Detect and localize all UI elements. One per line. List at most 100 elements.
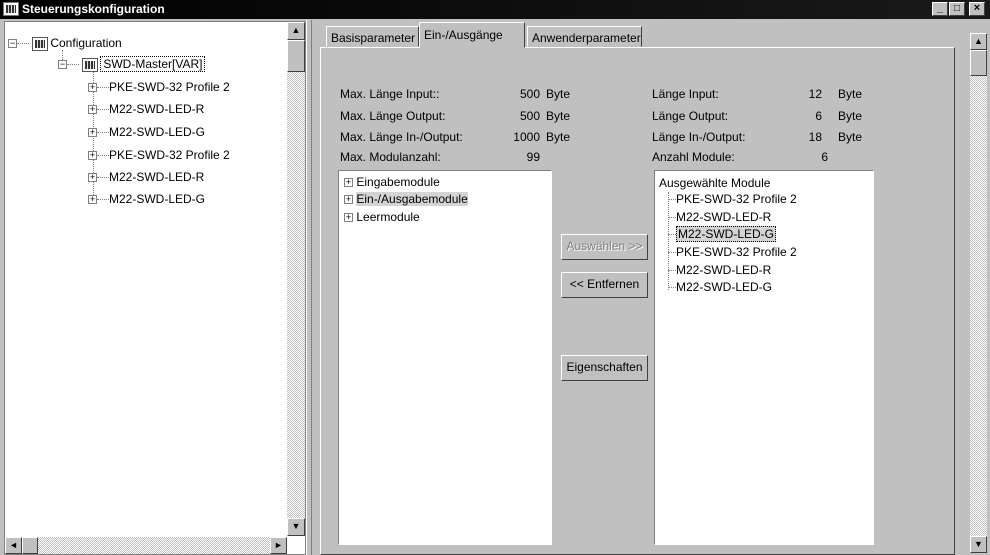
maximize-button[interactable]: □ — [949, 2, 965, 16]
minimize-button[interactable]: _ — [932, 2, 948, 16]
output-length-value: 6 — [815, 109, 822, 123]
tree-node-swd-master[interactable]: − SWD-Master[VAR] — [58, 56, 206, 72]
tree-connector — [97, 109, 109, 111]
selected-module-label: PKE-SWD-32 Profile 2 — [676, 245, 797, 259]
tree-node-child[interactable]: + PKE-SWD-32 Profile 2 — [88, 148, 230, 162]
inout-length-label: Länge In-/Output: — [652, 130, 746, 144]
expand-icon[interactable]: + — [344, 213, 353, 223]
remove-button[interactable]: << Entfernen — [561, 272, 648, 298]
available-module-leermodule[interactable]: + Leermodule — [344, 210, 420, 224]
scroll-thumb[interactable] — [287, 40, 305, 72]
tree-connector — [17, 43, 29, 45]
tree-connector — [97, 87, 109, 89]
tree-node-label: PKE-SWD-32 Profile 2 — [109, 148, 230, 162]
scroll-up-button[interactable]: ▲ — [970, 33, 987, 50]
inout-length-unit: Byte — [838, 130, 863, 144]
tree-connector — [668, 199, 676, 201]
expand-icon[interactable]: + — [344, 178, 353, 188]
tree-connector — [668, 270, 676, 272]
selected-module-item[interactable]: M22-SWD-LED-G — [668, 280, 772, 294]
tree-connector — [97, 132, 109, 134]
tree-vertical-scrollbar[interactable] — [287, 22, 305, 536]
max-inout-unit: Byte — [546, 130, 571, 144]
max-input-unit: Byte — [546, 87, 571, 101]
expand-icon[interactable]: + — [88, 83, 97, 93]
expand-icon[interactable]: + — [88, 151, 97, 161]
tree-node-label: SWD-Master[VAR] — [100, 56, 206, 72]
tree-connector — [97, 155, 109, 157]
module-count-value: 6 — [821, 150, 828, 164]
selected-module-item[interactable]: PKE-SWD-32 Profile 2 — [668, 192, 797, 206]
max-inout-label: Max. Länge In-/Output: — [340, 130, 463, 144]
module-group-label: Eingabemodule — [356, 175, 440, 189]
scroll-down-button[interactable]: ▼ — [970, 536, 987, 553]
module-group-label: Leermodule — [356, 210, 420, 224]
tab-ein-ausgaenge[interactable]: Ein-/Ausgänge — [419, 22, 525, 48]
tree-connector — [62, 50, 63, 60]
close-button[interactable]: × — [969, 2, 985, 16]
selected-module-item[interactable]: M22-SWD-LED-R — [668, 263, 771, 277]
max-input-label: Max. Länge Input:: — [340, 87, 440, 101]
tree-connector — [668, 252, 676, 254]
expand-icon[interactable]: + — [344, 195, 353, 205]
tree-node-label: M22-SWD-LED-G — [109, 192, 206, 206]
swd-master-icon — [82, 57, 99, 72]
tree-connector — [97, 177, 109, 179]
available-modules-tree[interactable] — [338, 170, 552, 545]
available-module-ein-ausgabemodule[interactable]: + Ein-/Ausgabemodule — [344, 192, 468, 206]
input-length-value: 12 — [808, 87, 822, 101]
title-bar[interactable]: Steuerungskonfiguration _ □ × — [0, 0, 990, 19]
tab-basisparameter[interactable]: Basisparameter — [326, 26, 419, 47]
tree-connector — [668, 234, 676, 236]
max-modules-label: Max. Modulanzahl: — [340, 150, 441, 164]
selected-module-item[interactable]: M22-SWD-LED-R — [668, 210, 771, 224]
scroll-left-button[interactable]: ◄ — [5, 537, 22, 554]
tree-connector — [67, 64, 79, 66]
available-module-eingabemodule[interactable]: + Eingabemodule — [344, 175, 440, 189]
scroll-down-button[interactable]: ▼ — [287, 518, 305, 536]
main-vertical-scrollbar[interactable] — [970, 33, 987, 553]
scroll-thumb[interactable] — [970, 50, 987, 76]
tree-horizontal-scrollbar[interactable] — [5, 537, 287, 554]
tab-anwenderparameter[interactable]: Anwenderparameter — [527, 26, 642, 47]
tree-node-child[interactable]: + M22-SWD-LED-G — [88, 192, 205, 206]
max-inout-value: 1000 — [513, 130, 540, 144]
pane-splitter[interactable] — [306, 20, 312, 555]
inout-length-value: 18 — [808, 130, 822, 144]
horizontal-scroll-thumb[interactable] — [22, 537, 38, 554]
tree-node-label: M22-SWD-LED-R — [109, 102, 205, 116]
output-length-label: Länge Output: — [652, 109, 729, 123]
tree-node-child[interactable]: + M22-SWD-LED-G — [88, 125, 205, 139]
expand-icon[interactable]: + — [88, 128, 97, 138]
scroll-right-button[interactable]: ► — [270, 537, 287, 554]
selected-module-label: M22-SWD-LED-G — [676, 280, 773, 294]
max-modules-value: 99 — [526, 150, 540, 164]
collapse-icon[interactable]: − — [8, 39, 17, 49]
expand-icon[interactable]: + — [88, 195, 97, 205]
expand-icon[interactable]: + — [88, 105, 97, 115]
tree-node-label: PKE-SWD-32 Profile 2 — [109, 80, 230, 94]
tree-connector — [97, 199, 109, 201]
tree-node-label: M22-SWD-LED-R — [109, 170, 205, 184]
selected-module-label: M22-SWD-LED-G — [676, 226, 777, 242]
tree-node-configuration[interactable]: − Configuration — [8, 36, 122, 51]
configuration-icon — [32, 36, 49, 51]
scroll-up-button[interactable]: ▲ — [287, 22, 305, 40]
tree-node-child[interactable]: + M22-SWD-LED-R — [88, 170, 204, 184]
selected-modules-header: Ausgewählte Module — [659, 176, 771, 190]
tree-node-label: Configuration — [50, 36, 122, 50]
tree-connector — [668, 217, 676, 219]
expand-icon[interactable]: + — [88, 173, 97, 183]
tree-connector — [668, 287, 676, 289]
tree-node-child[interactable]: + M22-SWD-LED-R — [88, 102, 204, 116]
max-output-value: 500 — [519, 109, 540, 123]
properties-button[interactable]: Eigenschaften — [561, 355, 648, 381]
module-count-label: Anzahl Module: — [652, 150, 735, 164]
selected-module-item[interactable]: PKE-SWD-32 Profile 2 — [668, 245, 797, 259]
selected-module-label: PKE-SWD-32 Profile 2 — [676, 192, 797, 206]
tree-node-child[interactable]: + PKE-SWD-32 Profile 2 — [88, 80, 230, 94]
max-output-unit: Byte — [546, 109, 571, 123]
collapse-icon[interactable]: − — [58, 60, 67, 70]
select-button[interactable]: Auswählen >> — [561, 234, 648, 260]
selected-module-item[interactable]: M22-SWD-LED-G — [668, 226, 777, 242]
